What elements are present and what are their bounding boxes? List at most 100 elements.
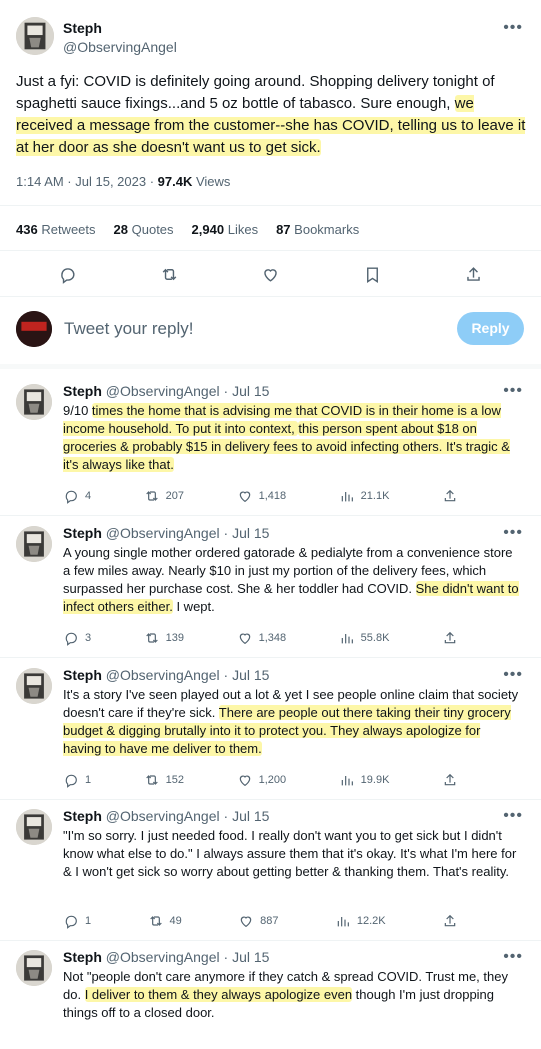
share-action[interactable] [442, 913, 458, 929]
reply-composer-input[interactable]: Tweet your reply! [64, 319, 193, 339]
share-icon[interactable] [464, 265, 483, 289]
bookmarks-stat[interactable]: 87 Bookmarks [276, 222, 359, 237]
reply-text-highlight: I deliver to them & they always apologiz… [84, 987, 353, 1002]
share-icon [444, 914, 456, 927]
views-action[interactable]: 21.1K [339, 488, 389, 504]
like-icon[interactable] [261, 265, 280, 289]
reply-date[interactable]: Jul 15 [232, 667, 269, 683]
more-options-icon[interactable]: ••• [503, 19, 523, 37]
avatar[interactable] [16, 526, 52, 562]
reply-date[interactable]: Jul 15 [232, 383, 269, 399]
reply-date[interactable]: Jul 15 [232, 808, 269, 824]
divider [0, 940, 541, 941]
share-action[interactable] [442, 488, 458, 504]
avatar[interactable] [16, 17, 54, 55]
author-name[interactable]: Steph [63, 667, 102, 683]
like-action[interactable]: 887 [238, 913, 278, 929]
reply-text-plain: I wept. [172, 599, 215, 614]
views-label: Views [195, 174, 231, 189]
more-options-icon[interactable]: ••• [503, 948, 523, 966]
reply-text: Not "people don't care anymore if they c… [63, 968, 521, 1022]
reply-action[interactable]: 1 [63, 772, 91, 788]
share-action[interactable] [442, 772, 458, 788]
views-action[interactable]: 55.8K [339, 630, 389, 646]
author-handle[interactable]: @ObservingAngel [106, 949, 220, 965]
retweet-icon [145, 775, 158, 785]
quotes-stat[interactable]: 28 Quotes [114, 222, 174, 237]
retweet-icon[interactable] [160, 265, 179, 289]
views-action[interactable]: 12.2K [335, 913, 386, 929]
avatar[interactable] [16, 384, 52, 420]
tweet-meta: 1:14 AM · Jul 15, 2023 · 97.4K Views [16, 174, 231, 189]
likes-stat[interactable]: 2,940 Likes [192, 222, 259, 237]
reply-action[interactable]: 3 [63, 630, 91, 646]
like-icon [239, 491, 250, 503]
reply-header: Steph @ObservingAngel · Jul 15 [63, 667, 270, 683]
author-handle[interactable]: @ObservingAngel [106, 808, 220, 824]
views-action[interactable]: 19.9K [339, 772, 389, 788]
like-action[interactable]: 1,200 [237, 772, 286, 788]
author-name[interactable]: Steph [63, 20, 102, 36]
like-icon [240, 916, 252, 928]
reply-icon [65, 632, 77, 646]
views-icon [341, 634, 353, 644]
author-name[interactable]: Steph [63, 525, 102, 541]
avatar[interactable] [16, 668, 52, 704]
views-count: 97.4K [157, 174, 193, 189]
retweets-stat[interactable]: 436 Retweets [16, 222, 96, 237]
retweet-icon [145, 633, 158, 643]
reply-text: A young single mother ordered gatorade &… [63, 544, 521, 616]
author-name[interactable]: Steph [63, 949, 102, 965]
tweet-text-plain: Just a fyi: COVID is definitely going ar… [16, 73, 495, 112]
reply-action[interactable]: 1 [63, 913, 91, 929]
like-icon [239, 775, 250, 787]
reply-actions: 1 152 1,200 19.9K [63, 772, 458, 788]
like-action[interactable]: 1,418 [237, 488, 286, 504]
views-icon [337, 917, 349, 927]
divider [0, 205, 541, 206]
reply-icon [65, 774, 77, 788]
divider [0, 296, 541, 297]
reply-text: 9/10 times the home that is advising me … [63, 402, 521, 474]
divider [0, 799, 541, 800]
author-name[interactable]: Steph [63, 383, 102, 399]
retweet-action[interactable]: 49 [148, 913, 182, 929]
divider [0, 657, 541, 658]
tweet-time[interactable]: 1:14 AM · Jul 15, 2023 [16, 174, 146, 189]
retweet-action[interactable]: 139 [144, 630, 184, 646]
more-options-icon[interactable]: ••• [503, 524, 523, 542]
like-icon [239, 633, 250, 645]
avatar[interactable] [16, 950, 52, 986]
divider [0, 250, 541, 251]
retweet-action[interactable]: 207 [144, 488, 184, 504]
divider [0, 364, 541, 369]
more-options-icon[interactable]: ••• [503, 382, 523, 400]
reply-button[interactable]: Reply [457, 312, 524, 345]
author-handle[interactable]: @ObservingAngel [106, 667, 220, 683]
more-options-icon[interactable]: ••• [503, 807, 523, 825]
reply-header: Steph @ObservingAngel · Jul 15 [63, 383, 270, 399]
author-handle[interactable]: @ObservingAngel [63, 39, 177, 55]
reply-action[interactable]: 4 [63, 488, 91, 504]
retweet-action[interactable]: 152 [144, 772, 184, 788]
reply-actions: 4 207 1,418 21.1K [63, 488, 458, 504]
share-icon [444, 773, 456, 786]
bookmark-icon[interactable] [363, 265, 382, 289]
reply-icon[interactable] [58, 265, 77, 289]
reply-date[interactable]: Jul 15 [232, 949, 269, 965]
reply-icon [65, 490, 77, 504]
like-action[interactable]: 1,348 [237, 630, 286, 646]
reply-header: Steph @ObservingAngel · Jul 15 [63, 808, 270, 824]
reply-text-plain: 9/10 [63, 403, 92, 418]
divider [0, 515, 541, 516]
my-avatar[interactable] [16, 311, 52, 347]
author-handle[interactable]: @ObservingAngel [106, 383, 220, 399]
share-action[interactable] [442, 630, 458, 646]
author-handle[interactable]: @ObservingAngel [106, 525, 220, 541]
avatar[interactable] [16, 809, 52, 845]
views-icon [341, 776, 353, 786]
author-name[interactable]: Steph [63, 808, 102, 824]
reply-date[interactable]: Jul 15 [232, 525, 269, 541]
retweet-icon [149, 916, 162, 926]
more-options-icon[interactable]: ••• [503, 666, 523, 684]
